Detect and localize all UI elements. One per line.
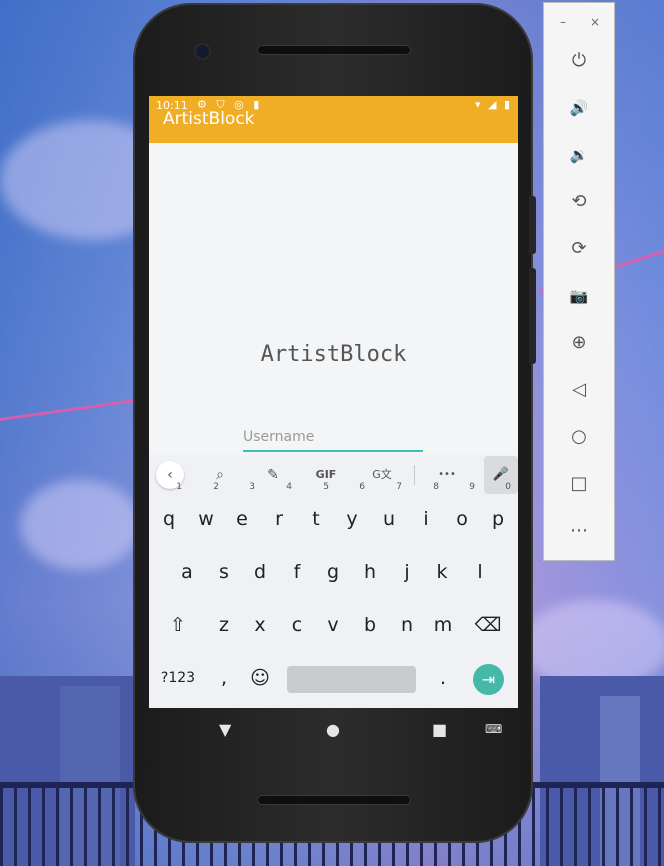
key-row-1: q1 w2 e3 r4 t5 y6 u7 i8 o9 p0 [149, 483, 518, 545]
key-t[interactable]: t5 [301, 483, 331, 541]
rotate-left-icon[interactable]: ⟲ [566, 189, 592, 215]
home-icon[interactable]: ○ [566, 424, 592, 450]
key-b[interactable]: b [355, 603, 385, 647]
key-s[interactable]: s [209, 550, 239, 594]
nav-recents-icon[interactable]: ■ [432, 720, 447, 739]
key-p[interactable]: p0 [483, 483, 513, 541]
comma-key[interactable]: , [209, 656, 239, 700]
nav-home-icon[interactable]: ● [326, 720, 340, 739]
page-title: ArtistBlock [260, 342, 407, 367]
key-z[interactable]: z [209, 603, 239, 647]
status-system-icons: ▾ ◢ ▮ [474, 98, 512, 111]
space-key[interactable] [287, 666, 416, 693]
key-row-3: ⇧ z x c v b n m ⌫ [149, 603, 518, 651]
toolbar-divider [414, 465, 415, 485]
more-icon[interactable]: ⋯ [566, 518, 592, 544]
emoji-key[interactable]: ☺ [245, 656, 275, 700]
rotate-right-icon[interactable]: ⟳ [566, 236, 592, 262]
shift-key[interactable]: ⇧ [163, 603, 193, 647]
key-q[interactable]: q1 [154, 483, 184, 541]
key-n[interactable]: n [392, 603, 422, 647]
period-key[interactable]: . [428, 656, 458, 700]
back-icon[interactable]: ◁ [566, 377, 592, 403]
minimize-button[interactable]: – [560, 15, 566, 29]
key-a[interactable]: a [172, 550, 202, 594]
key-g[interactable]: g [318, 550, 348, 594]
key-l[interactable]: l [465, 550, 495, 594]
key-w[interactable]: w2 [191, 483, 221, 541]
front-camera [196, 45, 209, 58]
keyboard-switch-icon[interactable]: ⌨ [485, 722, 502, 736]
power-icon[interactable]: ⏻ [566, 48, 592, 74]
translate-icon[interactable]: G文 [367, 462, 397, 488]
zoom-icon[interactable]: ⊕ [566, 330, 592, 356]
key-y[interactable]: y6 [337, 483, 367, 541]
search-icon[interactable]: ⌕ [206, 462, 234, 488]
symbols-key[interactable]: ?123 [157, 656, 199, 700]
volume-down-icon[interactable]: 🔉 [566, 142, 592, 168]
key-row-2: a s d f g h j k l [149, 550, 518, 598]
backspace-key[interactable]: ⌫ [473, 603, 503, 647]
key-r[interactable]: r4 [264, 483, 294, 541]
key-i[interactable]: i8 [411, 483, 441, 541]
close-button[interactable]: × [590, 15, 600, 29]
key-m[interactable]: m [428, 603, 458, 647]
navigation-bar: ▼ ● ■ ⌨ [149, 708, 518, 754]
enter-key[interactable]: ⇥ [473, 664, 504, 695]
key-row-4: ?123 , ☺ . ⇥ [149, 656, 518, 704]
key-v[interactable]: v [318, 603, 348, 647]
phone-volume-button [529, 268, 536, 364]
keyboard-toolbar: ‹ ⌕ ✎ GIF G文 ••• 🎤 [149, 455, 518, 495]
key-o[interactable]: o9 [447, 483, 477, 541]
emulator-control-panel: – × ⏻ 🔊 🔉 ⟲ ⟳ 📷 ⊕ ◁ ○ □ ⋯ [543, 2, 615, 561]
key-f[interactable]: f [282, 550, 312, 594]
username-input[interactable] [243, 426, 423, 452]
key-j[interactable]: j [392, 550, 422, 594]
mic-button[interactable]: 🎤 [484, 456, 518, 494]
volume-up-icon[interactable]: 🔊 [566, 95, 592, 121]
status-bar: 10:11 ⚙ ⛉ ◎ ▮ ▾ ◢ ▮ [149, 96, 518, 116]
status-time: 10:11 [156, 99, 188, 112]
nav-back-icon[interactable]: ▼ [219, 720, 231, 739]
overview-icon[interactable]: □ [566, 471, 592, 497]
sticker-icon[interactable]: ✎ [259, 462, 287, 488]
key-k[interactable]: k [427, 550, 457, 594]
key-e[interactable]: e3 [227, 483, 257, 541]
top-speaker [258, 46, 410, 54]
phone-screen: ArtistBlock 10:11 ⚙ ⛉ ◎ ▮ ▾ ◢ ▮ ArtistBl… [149, 96, 518, 708]
bottom-speaker [258, 796, 410, 804]
key-c[interactable]: c [282, 603, 312, 647]
phone-power-button [529, 196, 536, 254]
status-notification-icons: ⚙ ⛉ ◎ ▮ [197, 98, 263, 111]
key-h[interactable]: h [355, 550, 385, 594]
key-u[interactable]: u7 [374, 483, 404, 541]
key-d[interactable]: d [245, 550, 275, 594]
soft-keyboard: ‹ ⌕ ✎ GIF G文 ••• 🎤 q1 w2 e3 r4 t5 y6 u7 … [149, 455, 518, 708]
key-x[interactable]: x [245, 603, 275, 647]
camera-icon[interactable]: 📷 [566, 283, 592, 309]
